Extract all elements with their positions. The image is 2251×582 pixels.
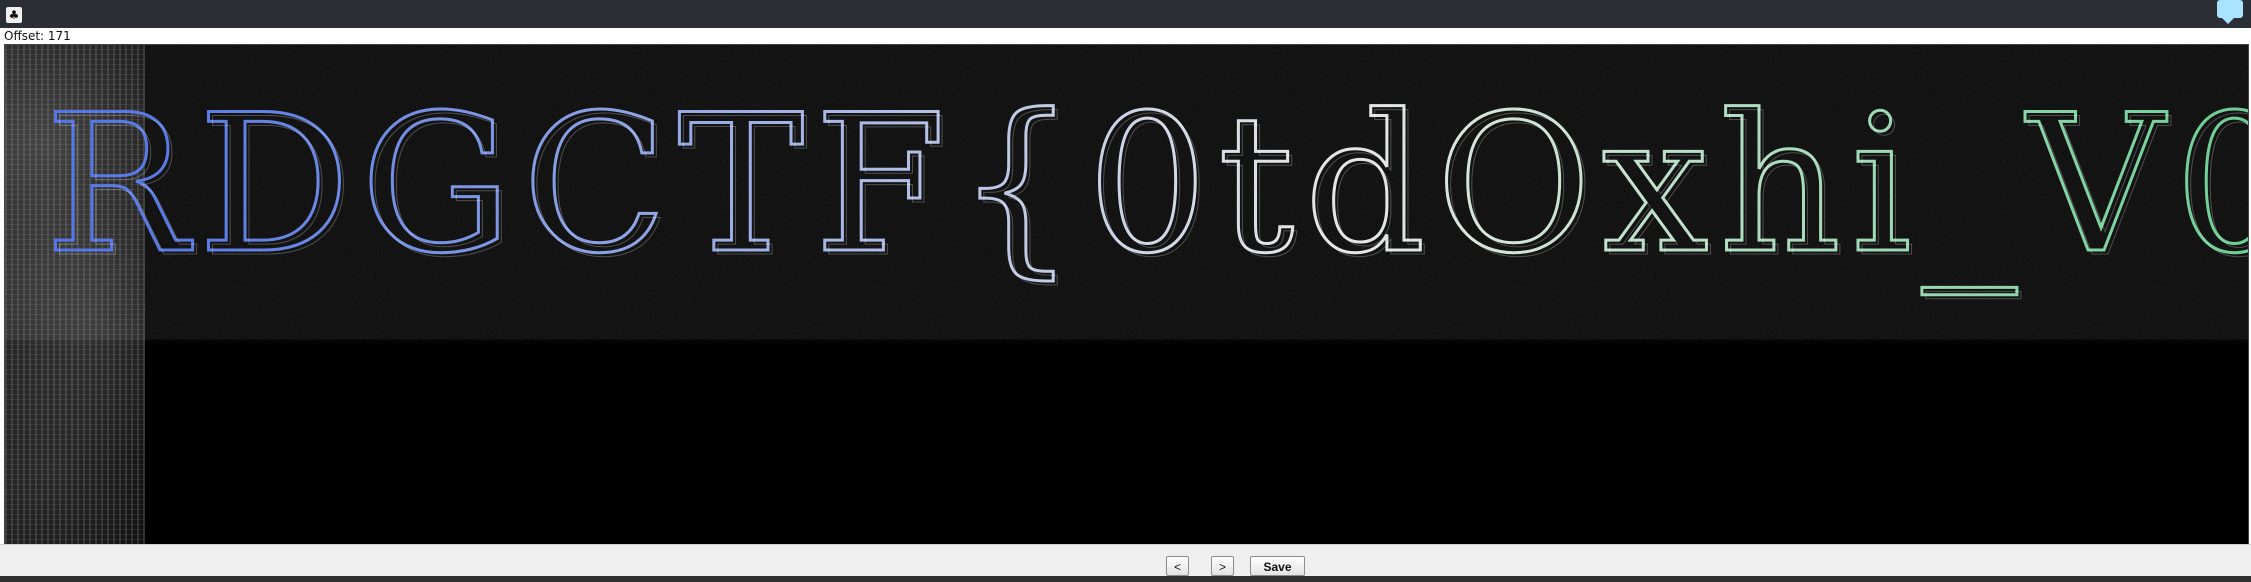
offset-label: Offset: 171 [4,29,71,43]
flag-image: RDGCTF{0tdOxhi_V0in} RDGCTF{0tdOxhi_V0in… [44,73,2249,300]
bottom-edge-artifacts [0,576,2251,582]
title-bar: ♣ [0,0,2251,29]
app-icon[interactable]: ♣ [6,7,22,23]
viewer-frame: Offset: 171 RDGCTF{0tdOxhi_V0i [0,28,2251,582]
image-panel: RDGCTF{0tdOxhi_V0in} RDGCTF{0tdOxhi_V0in… [4,44,2249,546]
app-window: ♣ Offset: 171 RDGCTF{0tdOxhi_V RDGCTF{0t… [0,0,2251,582]
next-button[interactable]: > [1211,556,1234,576]
chat-icon[interactable] [2217,0,2243,24]
flag-text-shadow: RDGCTF{0tdOxhi_V0in} [49,78,2248,299]
save-button[interactable]: Save [1250,556,1305,576]
previous-button[interactable]: < [1166,556,1189,576]
